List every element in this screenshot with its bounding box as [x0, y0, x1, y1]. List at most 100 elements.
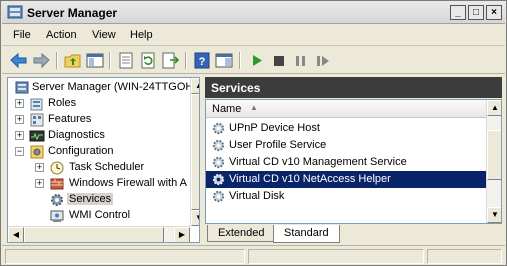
pause-service-icon[interactable]: [291, 51, 311, 70]
minimize-button[interactable]: _: [450, 5, 466, 20]
refresh-icon[interactable]: [138, 51, 158, 70]
menu-action[interactable]: Action: [46, 29, 77, 41]
forward-arrow-icon[interactable]: [31, 51, 51, 70]
close-button[interactable]: ×: [486, 5, 502, 20]
menu-file[interactable]: File: [13, 29, 31, 41]
tree-item-root[interactable]: Server Manager (WIN-24TTGOH: [12, 80, 194, 96]
scroll-thumb[interactable]: [191, 94, 199, 210]
gear-icon: [211, 189, 226, 204]
scroll-up-button[interactable]: ▲: [191, 78, 199, 94]
tree-label: Task Scheduler: [69, 161, 145, 173]
service-row[interactable]: Virtual Disk: [206, 188, 486, 205]
sort-ascending-icon: ▲: [250, 103, 258, 112]
start-service-icon[interactable]: [247, 51, 267, 70]
tree-item-diagnostics[interactable]: + Diagnostics: [12, 128, 192, 144]
scroll-left-button[interactable]: ◀: [8, 227, 24, 242]
back-arrow-icon[interactable]: [9, 51, 29, 70]
server-manager-window: Server Manager _ □ × File Action View He…: [0, 0, 507, 266]
toolbar-separator: [185, 52, 187, 69]
tree-item-features[interactable]: + Features: [12, 112, 192, 128]
svg-text:?: ?: [199, 56, 206, 68]
stop-service-icon[interactable]: [269, 51, 289, 70]
collapse-toggle[interactable]: −: [15, 147, 24, 156]
expand-toggle[interactable]: +: [35, 179, 44, 188]
services-list[interactable]: Name ▲ UPnP Device Host User Profile Ser…: [205, 99, 502, 224]
scroll-up-button[interactable]: ▲: [487, 100, 501, 116]
service-row-selected[interactable]: Virtual CD v10 NetAccess Helper: [206, 171, 486, 188]
tree-vertical-scrollbar[interactable]: ▲ ▼: [190, 78, 199, 226]
gear-icon: [49, 192, 65, 208]
tree-item-windows-firewall[interactable]: + Windows Firewall with A: [12, 176, 192, 192]
gear-icon: [211, 121, 226, 136]
gear-icon: [211, 155, 226, 170]
toolbar: ?: [2, 47, 505, 74]
view-tabs: Extended Standard: [205, 225, 502, 243]
tree-label: Diagnostics: [48, 129, 105, 141]
window-title: Server Manager: [27, 6, 118, 20]
service-name: Virtual CD v10 NetAccess Helper: [229, 173, 391, 185]
console-tree[interactable]: Server Manager (WIN-24TTGOH + Roles + Fe…: [7, 77, 200, 243]
tab-extended[interactable]: Extended: [207, 225, 276, 242]
menu-view[interactable]: View: [92, 29, 116, 41]
show-hide-tree-icon[interactable]: [85, 51, 105, 70]
expand-toggle[interactable]: +: [35, 163, 44, 172]
tab-standard[interactable]: Standard: [273, 225, 340, 243]
configuration-icon: [29, 144, 45, 160]
service-name: User Profile Service: [229, 139, 327, 151]
up-folder-icon[interactable]: [63, 51, 83, 70]
tree-item-task-scheduler[interactable]: + Task Scheduler: [12, 160, 192, 176]
expand-toggle[interactable]: +: [15, 115, 24, 124]
tree-horizontal-scrollbar[interactable]: ◀ ▶: [8, 226, 190, 242]
tree-item-roles[interactable]: + Roles: [12, 96, 192, 112]
toolbar-separator: [56, 52, 58, 69]
tree-item-wmi-control[interactable]: WMI Control: [12, 208, 192, 224]
tree-label: Roles: [48, 97, 77, 109]
column-header-name[interactable]: Name ▲: [206, 100, 486, 118]
maximize-button[interactable]: □: [468, 5, 484, 20]
scroll-thumb[interactable]: [24, 227, 164, 242]
status-cell: [5, 249, 245, 264]
tree-label: Server Manager (WIN-24TTGOH: [32, 81, 194, 93]
server-manager-icon: [14, 80, 30, 96]
console-view-icon[interactable]: [214, 51, 234, 70]
server-manager-icon: [7, 5, 23, 20]
service-name: UPnP Device Host: [229, 122, 320, 134]
column-header-label: Name: [212, 103, 242, 115]
toolbar-separator: [239, 52, 241, 69]
expand-toggle[interactable]: +: [15, 131, 24, 140]
title-bar[interactable]: Server Manager _ □ ×: [2, 2, 505, 24]
services-vertical-scrollbar[interactable]: ▲ ▼: [486, 100, 501, 223]
scroll-thumb[interactable]: [487, 130, 501, 180]
roles-icon: [29, 96, 45, 112]
tree-label: WMI Control: [69, 209, 131, 221]
help-icon[interactable]: ?: [192, 51, 212, 70]
tree-item-configuration[interactable]: − Configuration: [12, 144, 192, 160]
service-name: Virtual Disk: [229, 190, 285, 202]
scroll-down-button[interactable]: ▼: [487, 207, 501, 223]
status-bar: [2, 245, 505, 265]
tree-label: Windows Firewall with A: [69, 177, 187, 189]
tree-label: Configuration: [48, 145, 114, 157]
scroll-right-button[interactable]: ▶: [174, 227, 190, 242]
properties-icon[interactable]: [116, 51, 136, 70]
export-list-icon[interactable]: [160, 51, 180, 70]
services-pane-title: Services: [205, 77, 502, 98]
service-row[interactable]: Virtual CD v10 Management Service: [206, 154, 486, 171]
diagnostics-icon: [29, 128, 45, 144]
service-row[interactable]: User Profile Service: [206, 137, 486, 154]
gear-icon: [211, 172, 226, 187]
tree-item-services[interactable]: Services: [12, 192, 192, 208]
gear-icon: [211, 138, 226, 153]
tree-label: Services: [67, 193, 114, 205]
status-cell: [248, 249, 424, 264]
service-row[interactable]: UPnP Device Host: [206, 120, 486, 137]
expand-toggle[interactable]: +: [15, 99, 24, 108]
tree-label: Features: [48, 113, 92, 125]
features-icon: [29, 112, 45, 128]
clock-icon: [49, 160, 65, 176]
menu-help[interactable]: Help: [130, 29, 153, 41]
restart-service-icon[interactable]: [313, 51, 333, 70]
menu-bar: File Action View Help: [2, 25, 505, 46]
firewall-icon: [49, 176, 65, 192]
scroll-down-button[interactable]: ▼: [191, 210, 199, 226]
